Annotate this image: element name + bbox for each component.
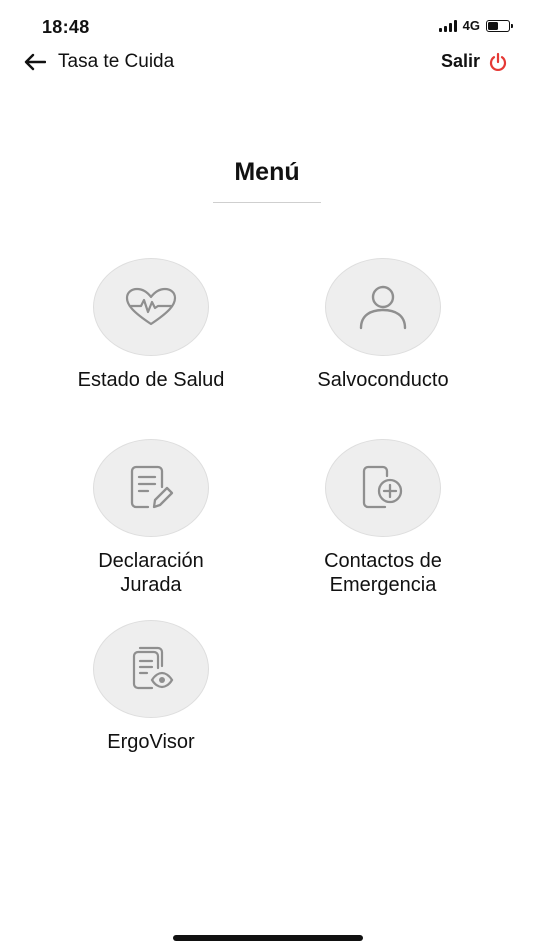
menu-item-label: Contactos de Emergencia	[324, 550, 442, 596]
user-icon	[359, 285, 407, 330]
menu-item-label: Salvoconducto	[317, 369, 449, 391]
menu-icon-circle	[325, 439, 441, 537]
status-indicators: 4G	[438, 18, 513, 33]
logout-button[interactable]: Salir	[441, 51, 508, 72]
power-icon	[489, 52, 507, 71]
page-title: Menú	[234, 158, 300, 186]
menu-item-label: Declaración Jurada	[98, 550, 204, 596]
title-divider	[213, 202, 321, 203]
back-button[interactable]: Tasa te Cuida	[24, 51, 174, 73]
app-screen: 18:48 4G Tasa te Cuida Salir Menú Estado…	[0, 0, 534, 950]
status-time: 18:48	[42, 17, 90, 37]
phone-plus-icon	[362, 465, 403, 509]
menu-item-label: Estado de Salud	[77, 369, 225, 391]
home-indicator[interactable]	[173, 935, 363, 941]
menu-item-contactos-de-emergencia[interactable]: Contactos de Emergencia	[268, 439, 498, 597]
battery-icon	[486, 19, 513, 32]
menu-icon-circle	[93, 439, 209, 537]
menu-item-salvoconducto[interactable]: Salvoconducto	[268, 258, 498, 392]
menu-icon-circle	[93, 258, 209, 356]
menu-icon-circle	[325, 258, 441, 356]
document-eye-icon	[132, 646, 174, 690]
menu-icon-circle	[93, 620, 209, 718]
menu-item-ergovisor[interactable]: ErgoVisor	[36, 620, 266, 754]
menu-item-declaracion-jurada[interactable]: Declaración Jurada	[36, 439, 266, 597]
network-type: 4G	[462, 18, 480, 33]
signal-icon	[438, 19, 457, 32]
logout-label: Salir	[440, 51, 480, 71]
arrow-left-icon	[24, 53, 46, 71]
menu-item-estado-de-salud[interactable]: Estado de Salud	[36, 258, 266, 392]
heart-pulse-icon	[125, 287, 177, 326]
back-label: Tasa te Cuida	[58, 51, 175, 72]
document-edit-icon	[130, 465, 174, 509]
battery-level	[488, 21, 498, 30]
menu-item-label: ErgoVisor	[107, 731, 195, 753]
